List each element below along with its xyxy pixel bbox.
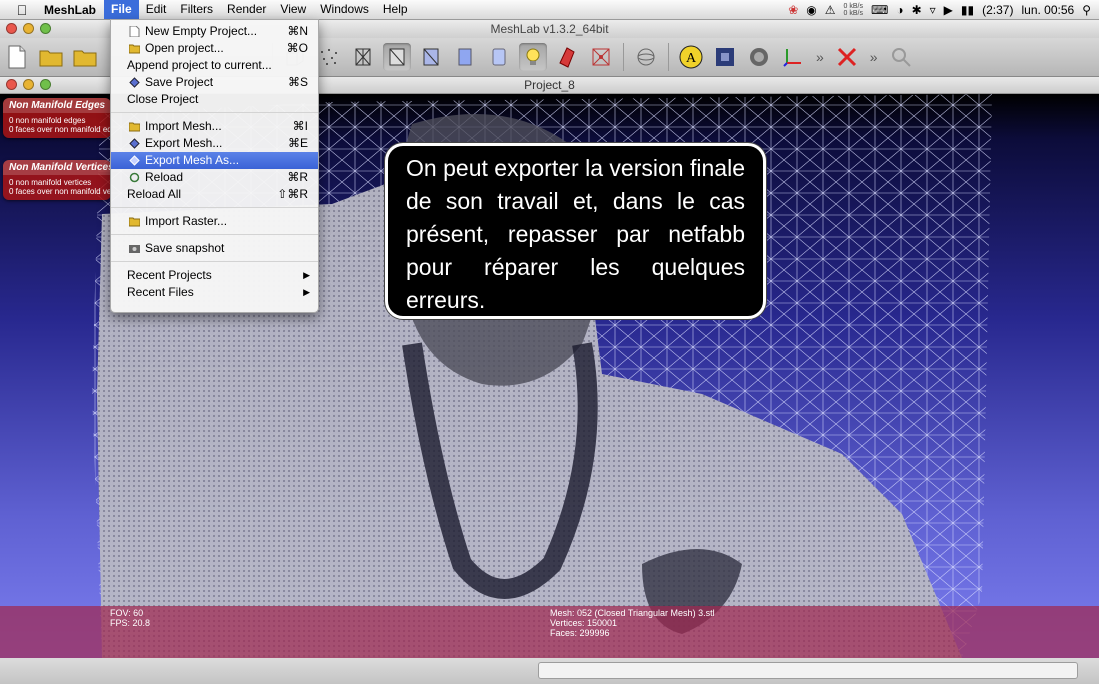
menu-item-recent-projects[interactable]: Recent Projects ▶ [111,267,318,284]
decorator-line: 0 faces over non manifold edges [9,125,111,134]
hiddenlines-render-icon[interactable] [383,43,411,71]
vertices-label: Vertices: 150001 [550,618,618,628]
viewport-info-bar: FOV: 60 FPS: 20.8 Mesh: 052 (Closed Tria… [0,606,1099,658]
alert-icon[interactable]: ⚠ [825,3,836,17]
menu-item-export-mesh[interactable]: Export Mesh... ⌘E [111,135,318,152]
menu-item-save-snapshot[interactable]: Save snapshot [111,240,318,257]
document-title: Project_8 [524,78,575,92]
halfmoon-icon[interactable]: ◑ [896,3,903,17]
backface-icon[interactable] [553,43,581,71]
import-folder-icon[interactable] [71,43,99,71]
menu-separator [111,207,318,208]
net-up-label: 0 kB/s [843,2,863,10]
minimize-window-button[interactable] [23,23,34,34]
spotlight-icon[interactable]: ⚲ [1082,3,1091,17]
open-folder-icon[interactable] [37,43,65,71]
submenu-arrow-icon: ▶ [303,270,310,280]
minimize-document-button[interactable] [23,79,34,90]
close-document-button[interactable] [6,79,17,90]
menu-windows[interactable]: Windows [313,0,376,19]
zoom-document-button[interactable] [40,79,51,90]
close-window-button[interactable] [6,23,17,34]
menu-render[interactable]: Render [220,0,273,19]
toolbar-overflow-icon[interactable]: » [816,49,824,65]
raster-layer-icon[interactable] [711,43,739,71]
decorator-line: 0 non manifold edges [9,116,86,125]
menu-help[interactable]: Help [376,0,415,19]
menu-filters[interactable]: Filters [173,0,220,19]
net-down-label: 0 kB/s [843,9,863,17]
selected-faces-icon[interactable] [587,43,615,71]
menu-item-reload-all[interactable]: Reload All ⇧⌘R [111,186,318,203]
wifi-icon[interactable]: ▿ [930,3,936,17]
zoom-window-button[interactable] [40,23,51,34]
edit-tool-icon[interactable] [833,43,861,71]
flatlines-render-icon[interactable] [451,43,479,71]
menu-separator [111,234,318,235]
menu-item-import-raster[interactable]: Import Raster... [111,213,318,230]
keyboard-icon[interactable]: ⌨ [871,3,888,17]
mesh-name-label: Mesh: 052 (Closed Triangular Mesh) 3.stl [550,608,715,618]
clock[interactable]: lun. 00:56 [1021,3,1074,17]
new-document-icon[interactable] [3,43,31,71]
search-icon[interactable] [887,43,915,71]
flat-render-icon[interactable] [417,43,445,71]
points-render-icon[interactable] [315,43,343,71]
timemachine-icon[interactable]: ◉ [806,3,816,17]
menu-item-open-project[interactable]: Open project... ⌘O [111,40,318,57]
menu-file[interactable]: File [104,0,139,19]
decorator-title: Non Manifold Edges [3,98,111,113]
menu-item-close-project[interactable]: Close Project [111,91,318,108]
status-area: ❀ ◉ ⚠ 0 kB/s 0 kB/s ⌨ ◑ ✱ ▿ ▶ ▮▮ (2:37) … [788,0,1091,19]
tutorial-callout: On peut exporter la version finale de so… [385,143,766,319]
toolbar-separator [668,43,669,71]
decorator-line: 0 faces over non manifold vertices [9,187,111,196]
fps-label: FPS: 20.8 [110,618,151,628]
battery-time: (2:37) [982,2,1014,17]
menu-view[interactable]: View [273,0,313,19]
light-bulb-icon[interactable] [519,43,547,71]
svg-text:A: A [686,51,697,66]
menu-item-append-project[interactable]: Append project to current... [111,57,318,74]
trackball-icon[interactable] [632,43,660,71]
decorator-title: Non Manifold Vertices [3,160,111,175]
fov-label: FOV: 60 [110,608,144,618]
axis-icon[interactable] [779,43,807,71]
menu-item-new-empty-project[interactable]: New Empty Project... ⌘N [111,23,318,40]
menu-item-recent-files[interactable]: Recent Files ▶ [111,284,318,301]
volume-icon[interactable]: ▶ [944,3,953,17]
horizontal-scrollbar[interactable] [538,662,1078,679]
submenu-arrow-icon: ▶ [303,287,310,297]
menu-item-export-mesh-as[interactable]: Export Mesh As... [111,152,318,169]
app-menu[interactable]: MeshLab [44,3,96,17]
menu-separator [111,261,318,262]
toolbar-separator [623,43,624,71]
menu-item-reload[interactable]: Reload ⌘R [111,169,318,186]
menu-bar:  MeshLab File Edit Filters Render View … [0,0,1099,20]
decorator-non-manifold-edges: Non Manifold Edges 0 non manifold edges … [3,98,111,138]
decorator-non-manifold-vertices: Non Manifold Vertices 0 non manifold ver… [3,160,111,200]
bluetooth-icon[interactable]: ✱ [912,3,922,17]
toolbar-overflow-icon[interactable]: » [870,49,878,65]
wireframe-render-icon[interactable] [349,43,377,71]
window-title: MeshLab v1.3.2_64bit [490,22,609,36]
file-menu-dropdown: New Empty Project... ⌘N Open project... ⌘O… [110,19,319,313]
texture-icon[interactable] [745,43,773,71]
bottom-bar [0,658,1099,684]
menu-item-save-project[interactable]: Save Project ⌘S [111,74,318,91]
menu-edit[interactable]: Edit [139,0,174,19]
network-meter: 0 kB/s 0 kB/s [844,3,863,17]
menu-item-import-mesh[interactable]: Import Mesh... ⌘I [111,118,318,135]
menu-separator [111,112,318,113]
faces-label: Faces: 299996 [550,628,610,638]
smooth-render-icon[interactable] [485,43,513,71]
annotation-a-icon[interactable]: A [677,43,705,71]
decorator-line: 0 non manifold vertices [9,178,92,187]
battery-icon[interactable]: ▮▮ [961,3,974,17]
bird-icon[interactable]: ❀ [788,3,798,17]
apple-menu-icon[interactable]:  [14,2,30,18]
